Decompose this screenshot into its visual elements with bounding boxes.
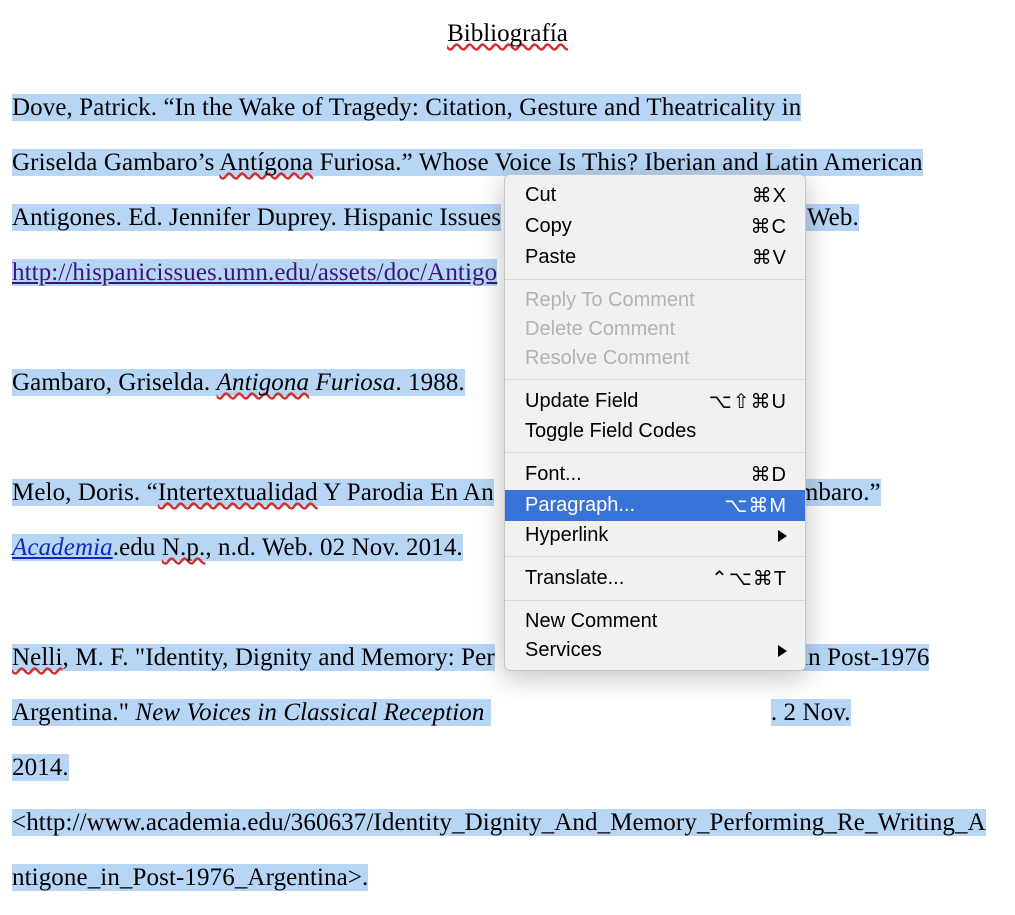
menu-paragraph[interactable]: Paragraph...⌥⌘M — [505, 490, 805, 521]
menu-separator — [505, 379, 805, 380]
submenu-arrow-icon — [778, 645, 787, 657]
entry-nelli-e: ntigone_in_Post-1976_Argentina>. — [12, 864, 368, 891]
menu-copy[interactable]: Copy⌘C — [505, 211, 805, 242]
entry-dove-line2a: Griselda Gambaro’s — [12, 149, 219, 176]
menu-hyperlink[interactable]: Hyperlink — [505, 521, 805, 550]
entry-academia-np: N.p. — [162, 534, 205, 561]
entry-dove-line2b: Furiosa.” Whose Voice Is This? Iberian a… — [313, 149, 922, 176]
entry-nelli-d: <http://www.academia.edu/360637/Identity… — [12, 809, 986, 836]
menu-services[interactable]: Services — [505, 636, 805, 665]
menu-separator — [505, 556, 805, 557]
menu-delete-comment: Delete Comment — [505, 315, 805, 344]
menu-cut[interactable]: Cut⌘X — [505, 180, 805, 211]
document-page: Bibliografía Dove, Patrick. “In the Wake… — [0, 0, 1015, 915]
title-text: Bibliografía — [447, 20, 568, 47]
entry-gambaro-a: Gambaro, Griselda. — [12, 369, 217, 396]
entry-nelli-pre: Nelli — [12, 644, 63, 671]
entry-dove-line3: Antigones. Ed. Jennifer Duprey. Hispanic… — [12, 204, 501, 231]
entry-academia-b: , n.d. Web. 02 Nov. 2014. — [205, 534, 462, 561]
entry-gambaro-c: . 1988. — [395, 369, 464, 396]
hyperlink-academia[interactable]: Academia — [12, 534, 113, 561]
entry-nelli-b-pre: Argentina." — [12, 699, 135, 726]
entry-melo-a: Melo, Doris. “ — [12, 479, 158, 506]
entry-dove-line2-word: Antígona — [219, 149, 313, 176]
page-title: Bibliografía — [0, 0, 1015, 48]
entry-nelli-a: , M. F. "Identity, Dignity and Memory: P… — [63, 644, 495, 671]
menu-separator — [505, 279, 805, 280]
menu-toggle-field-codes[interactable]: Toggle Field Codes — [505, 417, 805, 446]
menu-new-comment[interactable]: New Comment — [505, 607, 805, 636]
menu-resolve-comment: Resolve Comment — [505, 344, 805, 373]
hyperlink-hispanicissues[interactable]: http://hispanicissues.umn.edu/assets/doc… — [12, 259, 497, 286]
menu-paste[interactable]: Paste⌘V — [505, 242, 805, 273]
context-menu: Cut⌘X Copy⌘C Paste⌘V Reply To Comment De… — [504, 174, 806, 671]
entry-melo-word: Intertextualidad — [158, 479, 318, 506]
menu-font[interactable]: Font...⌘D — [505, 459, 805, 490]
entry-nelli-a-tail: in Post-1976 — [795, 644, 930, 671]
entry-dove-line1: Dove, Patrick. “In the Wake of Tragedy: … — [12, 94, 801, 121]
entry-nelli-b-tail: . 2 Nov. — [771, 699, 851, 726]
menu-separator — [505, 600, 805, 601]
entry-academia-a: .edu — [113, 534, 162, 561]
menu-translate[interactable]: Translate...⌃⌥⌘T — [505, 563, 805, 594]
entry-gambaro-word: Antigona — [217, 369, 309, 396]
entry-melo-tail: mbaro.” — [799, 479, 881, 506]
entry-melo-b: Y Parodia En An — [318, 479, 494, 506]
menu-separator — [505, 452, 805, 453]
menu-reply-to-comment: Reply To Comment — [505, 286, 805, 315]
entry-dove-line3-tail: Web. — [801, 204, 859, 231]
entry-nelli-c: 2014. — [12, 754, 69, 781]
menu-update-field[interactable]: Update Field⌥⇧⌘U — [505, 386, 805, 417]
submenu-arrow-icon — [778, 530, 787, 542]
entry-nelli-b-ital: New Voices in Classical Reception — [135, 699, 490, 726]
entry-gambaro-b: Furiosa — [309, 369, 395, 396]
